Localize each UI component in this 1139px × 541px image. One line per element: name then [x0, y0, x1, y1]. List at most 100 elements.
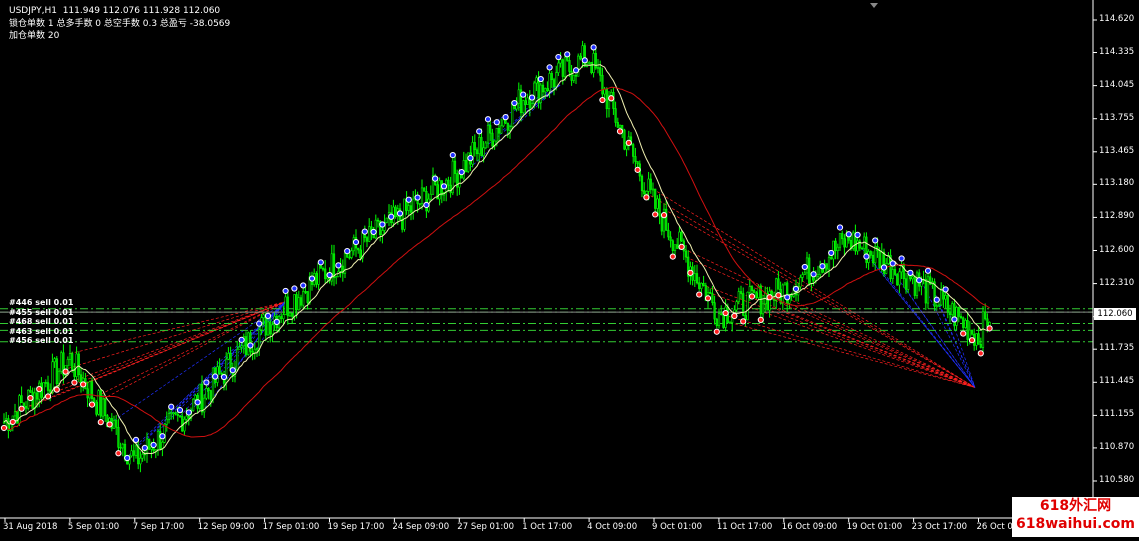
trade-marker[interactable]: [27, 394, 34, 402]
trade-marker[interactable]: [220, 373, 228, 381]
trade-marker[interactable]: [863, 253, 870, 260]
trade-marker[interactable]: [370, 228, 377, 236]
trade-marker[interactable]: [106, 421, 113, 428]
trade-marker[interactable]: [502, 114, 509, 121]
trade-marker[interactable]: [678, 243, 685, 251]
trade-marker[interactable]: [264, 312, 272, 319]
trade-marker[interactable]: [546, 64, 553, 71]
trade-marker[interactable]: [669, 253, 676, 260]
trade-marker[interactable]: [951, 316, 958, 323]
trade-marker[interactable]: [766, 294, 773, 301]
trade-marker[interactable]: [212, 373, 219, 380]
trade-marker[interactable]: [282, 287, 289, 295]
trade-marker[interactable]: [238, 336, 245, 343]
trade-marker[interactable]: [977, 350, 984, 357]
trade-marker[interactable]: [335, 262, 342, 269]
trade-marker[interactable]: [748, 293, 756, 300]
trade-marker[interactable]: [775, 292, 782, 299]
trade-marker[interactable]: [828, 249, 835, 257]
trade-marker[interactable]: [62, 368, 69, 375]
trade-marker[interactable]: [731, 312, 738, 320]
trade-marker[interactable]: [493, 119, 500, 126]
price-chart[interactable]: [0, 0, 1139, 537]
trade-marker[interactable]: [291, 285, 298, 292]
trade-marker[interactable]: [71, 379, 78, 386]
trade-marker[interactable]: [564, 51, 571, 58]
trade-marker[interactable]: [247, 342, 254, 349]
trade-marker[interactable]: [344, 247, 351, 255]
trade-marker[interactable]: [36, 385, 43, 393]
trade-marker[interactable]: [423, 201, 430, 209]
trade-marker[interactable]: [660, 212, 668, 219]
trade-marker[interactable]: [229, 367, 236, 374]
trade-marker[interactable]: [159, 433, 166, 440]
trade-marker[interactable]: [572, 67, 580, 74]
trade-marker[interactable]: [740, 318, 747, 325]
chart-window[interactable]: USDJPY,H1 111.949 112.076 111.928 112.06…: [0, 0, 1139, 537]
trade-marker[interactable]: [185, 409, 192, 416]
trade-marker[interactable]: [317, 259, 324, 266]
trade-marker[interactable]: [854, 231, 861, 238]
trade-marker[interactable]: [942, 286, 949, 293]
trade-marker[interactable]: [300, 282, 307, 289]
trade-marker[interactable]: [722, 309, 729, 317]
trade-marker[interactable]: [273, 318, 280, 325]
trade-marker[interactable]: [898, 255, 905, 262]
trade-marker[interactable]: [0, 424, 8, 432]
trade-marker[interactable]: [599, 96, 606, 104]
trade-marker[interactable]: [44, 393, 52, 400]
trade-marker[interactable]: [810, 271, 817, 278]
trade-marker[interactable]: [784, 294, 791, 301]
trade-marker[interactable]: [537, 75, 544, 83]
trade-marker[interactable]: [203, 379, 210, 386]
trade-marker[interactable]: [819, 263, 826, 270]
trade-marker[interactable]: [18, 405, 25, 412]
trade-marker[interactable]: [968, 337, 976, 344]
trade-marker[interactable]: [581, 57, 588, 64]
trade-marker[interactable]: [115, 450, 122, 457]
trade-marker[interactable]: [141, 444, 148, 451]
trade-marker[interactable]: [53, 386, 60, 393]
trade-marker[interactable]: [256, 320, 263, 327]
trade-marker[interactable]: [696, 291, 703, 298]
trade-marker[interactable]: [467, 155, 474, 162]
trade-marker[interactable]: [396, 210, 404, 217]
trade-marker[interactable]: [907, 269, 914, 276]
trade-marker[interactable]: [449, 151, 456, 159]
trade-marker[interactable]: [713, 328, 720, 335]
trade-marker[interactable]: [590, 44, 597, 51]
trade-marker[interactable]: [801, 263, 808, 271]
trade-marker[interactable]: [388, 213, 395, 220]
trade-marker[interactable]: [97, 419, 104, 426]
trade-marker[interactable]: [432, 175, 439, 182]
trade-marker[interactable]: [150, 441, 157, 449]
trade-marker[interactable]: [176, 407, 184, 414]
trade-marker[interactable]: [924, 267, 932, 274]
trade-marker[interactable]: [528, 94, 536, 101]
trade-marker[interactable]: [194, 399, 201, 406]
trade-marker[interactable]: [308, 275, 316, 282]
trade-marker[interactable]: [484, 116, 492, 123]
trade-marker[interactable]: [88, 401, 96, 408]
trade-marker[interactable]: [704, 295, 712, 302]
trade-marker[interactable]: [933, 296, 940, 303]
trade-marker[interactable]: [326, 271, 333, 279]
trade-marker[interactable]: [845, 231, 852, 238]
trade-marker[interactable]: [379, 221, 386, 228]
trade-marker[interactable]: [458, 168, 465, 176]
trade-marker[interactable]: [792, 285, 800, 293]
trade-marker[interactable]: [9, 418, 16, 426]
trade-marker[interactable]: [986, 325, 993, 332]
trade-marker[interactable]: [960, 330, 967, 337]
trade-marker[interactable]: [440, 183, 448, 190]
trade-marker[interactable]: [880, 264, 888, 271]
trade-marker[interactable]: [414, 194, 421, 201]
trade-marker[interactable]: [352, 238, 360, 246]
trade-marker[interactable]: [652, 211, 659, 218]
trade-marker[interactable]: [889, 260, 896, 267]
trade-marker[interactable]: [625, 139, 632, 146]
trade-marker[interactable]: [608, 95, 615, 102]
trade-marker[interactable]: [168, 403, 175, 410]
trade-marker[interactable]: [124, 454, 131, 462]
trade-marker[interactable]: [520, 91, 527, 98]
